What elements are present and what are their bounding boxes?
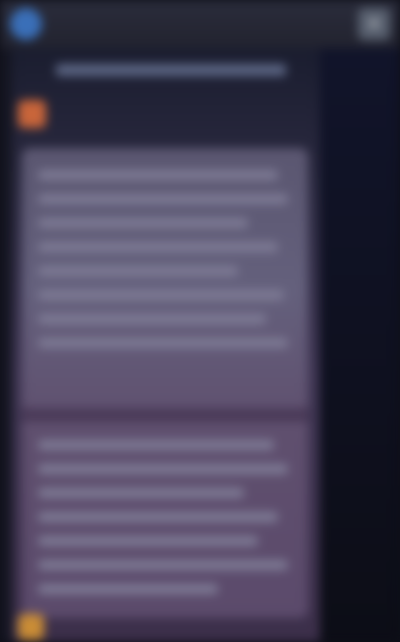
post-text-line <box>38 512 278 522</box>
post-text-line <box>38 338 288 348</box>
left-edge <box>0 48 12 642</box>
post-text-line <box>38 170 278 180</box>
post-header-text <box>56 64 286 76</box>
right-panel <box>320 48 400 642</box>
post-text-line <box>38 290 284 300</box>
post-card[interactable] <box>22 148 308 618</box>
post-text-line <box>38 464 288 474</box>
post-text-line <box>38 584 218 594</box>
top-bar: + <box>0 0 400 48</box>
top-bar-title <box>120 16 280 32</box>
post-header <box>12 56 320 92</box>
post-text-line <box>38 194 288 204</box>
user-avatar[interactable] <box>10 8 42 40</box>
post-text-line <box>38 242 278 252</box>
feed[interactable] <box>12 48 320 642</box>
content-divider <box>22 408 308 422</box>
post-text-line <box>38 266 238 276</box>
plus-icon[interactable]: + <box>358 8 390 40</box>
post-text-line <box>38 536 258 546</box>
post-text-line <box>38 314 266 324</box>
next-post-avatar[interactable] <box>18 614 44 640</box>
post-text-line <box>38 440 274 450</box>
post-text-line <box>38 218 248 228</box>
app-screen: + <box>0 0 400 642</box>
post-text-line <box>38 560 288 570</box>
post-author-name[interactable] <box>56 104 206 118</box>
post-text-line <box>38 488 244 498</box>
post-author-avatar[interactable] <box>18 100 46 128</box>
